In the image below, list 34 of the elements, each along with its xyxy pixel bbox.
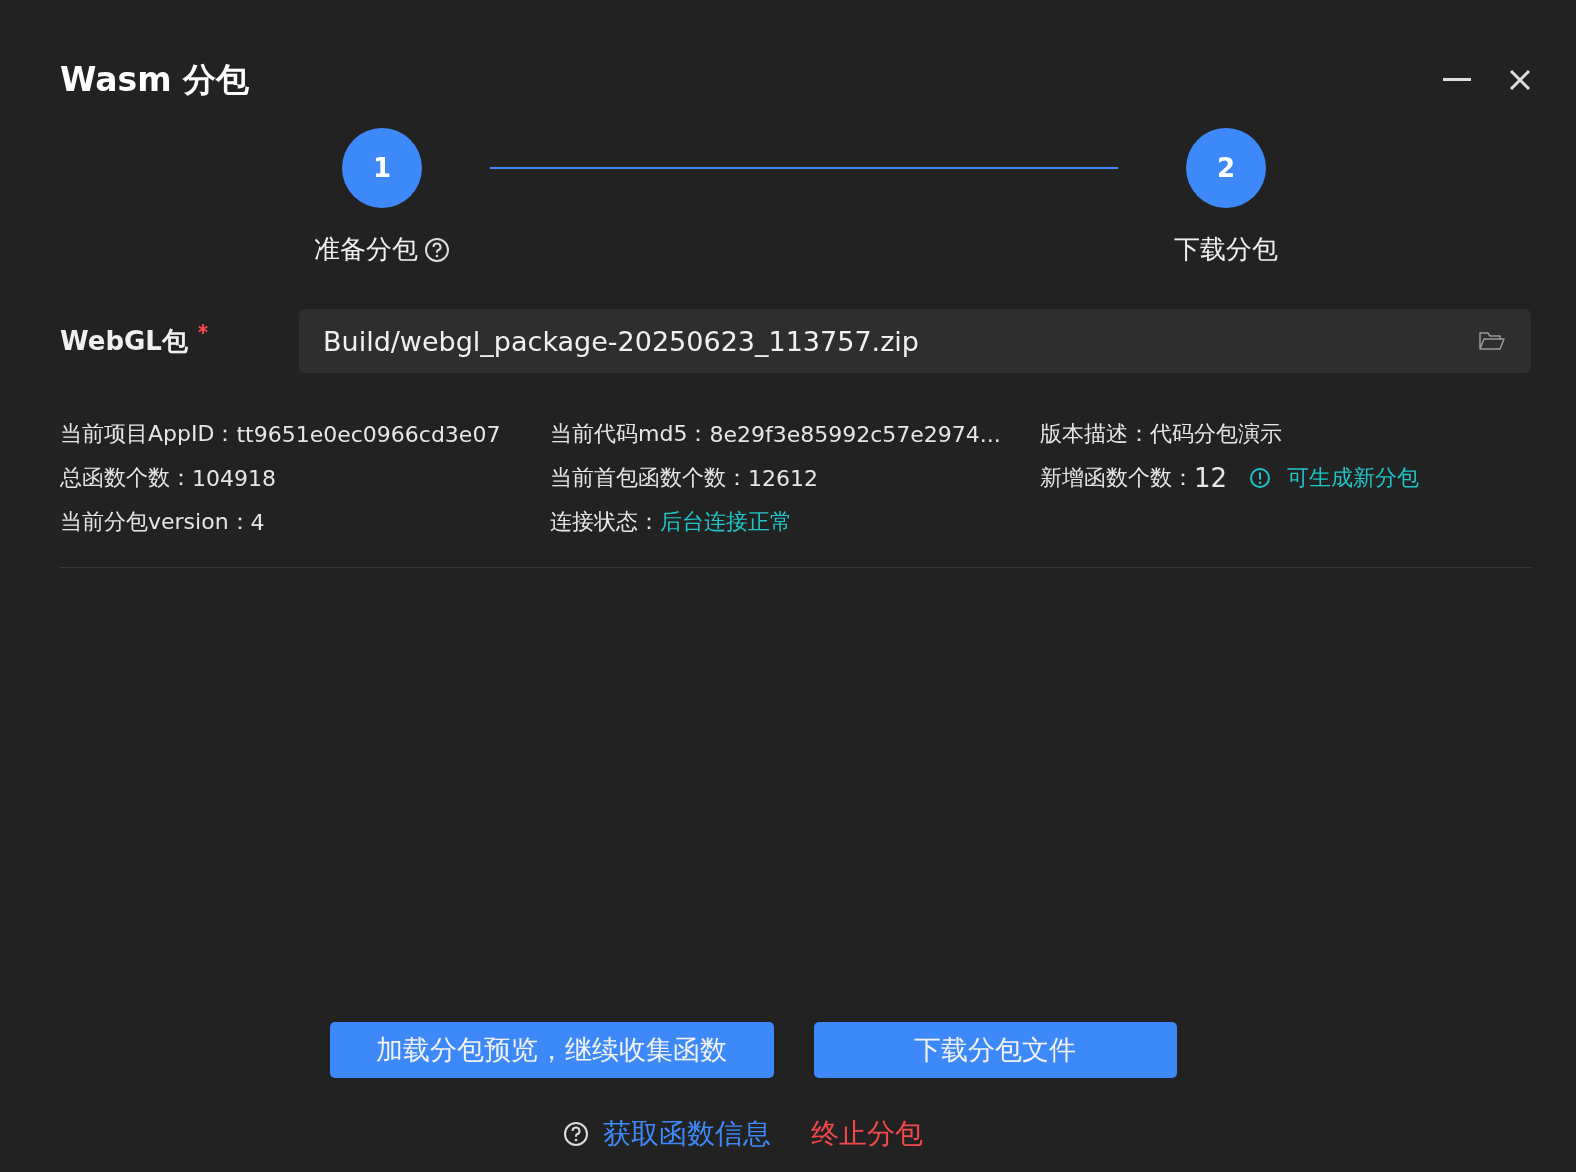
info-label: 当前首包函数个数：	[550, 464, 748, 492]
info-value: 8e29f3e85992c57e2974...	[709, 421, 1001, 447]
folder-icon[interactable]	[1479, 331, 1505, 351]
info-label: 新增函数个数：	[1040, 464, 1194, 492]
info-value[interactable]: 后台连接正常	[660, 507, 792, 537]
info-value: tt9651e0ec0966cd3e07	[236, 421, 501, 447]
info-label: 当前分包version：	[60, 508, 251, 536]
info-value: 12	[1194, 463, 1228, 493]
info-value: 104918	[192, 465, 276, 491]
info-value: 12612	[748, 465, 818, 491]
action-button[interactable]: 加载分包预览，继续收集函数	[329, 1022, 774, 1078]
status-note: 可生成新分包	[1287, 464, 1420, 492]
info-label: 当前项目AppID：	[60, 420, 237, 448]
info-label: 版本描述：	[1040, 420, 1150, 448]
file-path-field[interactable]: Build/webgl_package-20250623_113757.zip	[299, 309, 1531, 373]
footer-link[interactable]: 终止分包	[811, 1115, 923, 1153]
step-label: 准备分包	[314, 233, 418, 266]
step-number: 2	[1186, 128, 1266, 208]
minimize-icon[interactable]	[1443, 78, 1471, 82]
step-number: 1	[342, 128, 422, 208]
info-label: 当前代码md5：	[550, 420, 710, 448]
alert-icon	[1249, 467, 1272, 489]
close-icon[interactable]	[1509, 69, 1531, 91]
field-label: WebGL包	[60, 324, 188, 358]
info-value: 4	[250, 509, 265, 535]
info-label: 连接状态：	[550, 508, 660, 536]
footer-link[interactable]: 获取函数信息	[603, 1115, 771, 1153]
help-icon[interactable]	[424, 236, 450, 263]
info-label: 总函数个数：	[60, 464, 192, 492]
info-value: 代码分包演示	[1150, 420, 1282, 448]
action-button[interactable]: 下载分包文件	[813, 1022, 1177, 1078]
step-label: 下载分包	[1174, 233, 1278, 266]
window-title: Wasm 分包	[60, 58, 249, 101]
help-icon[interactable]	[563, 1121, 589, 1147]
